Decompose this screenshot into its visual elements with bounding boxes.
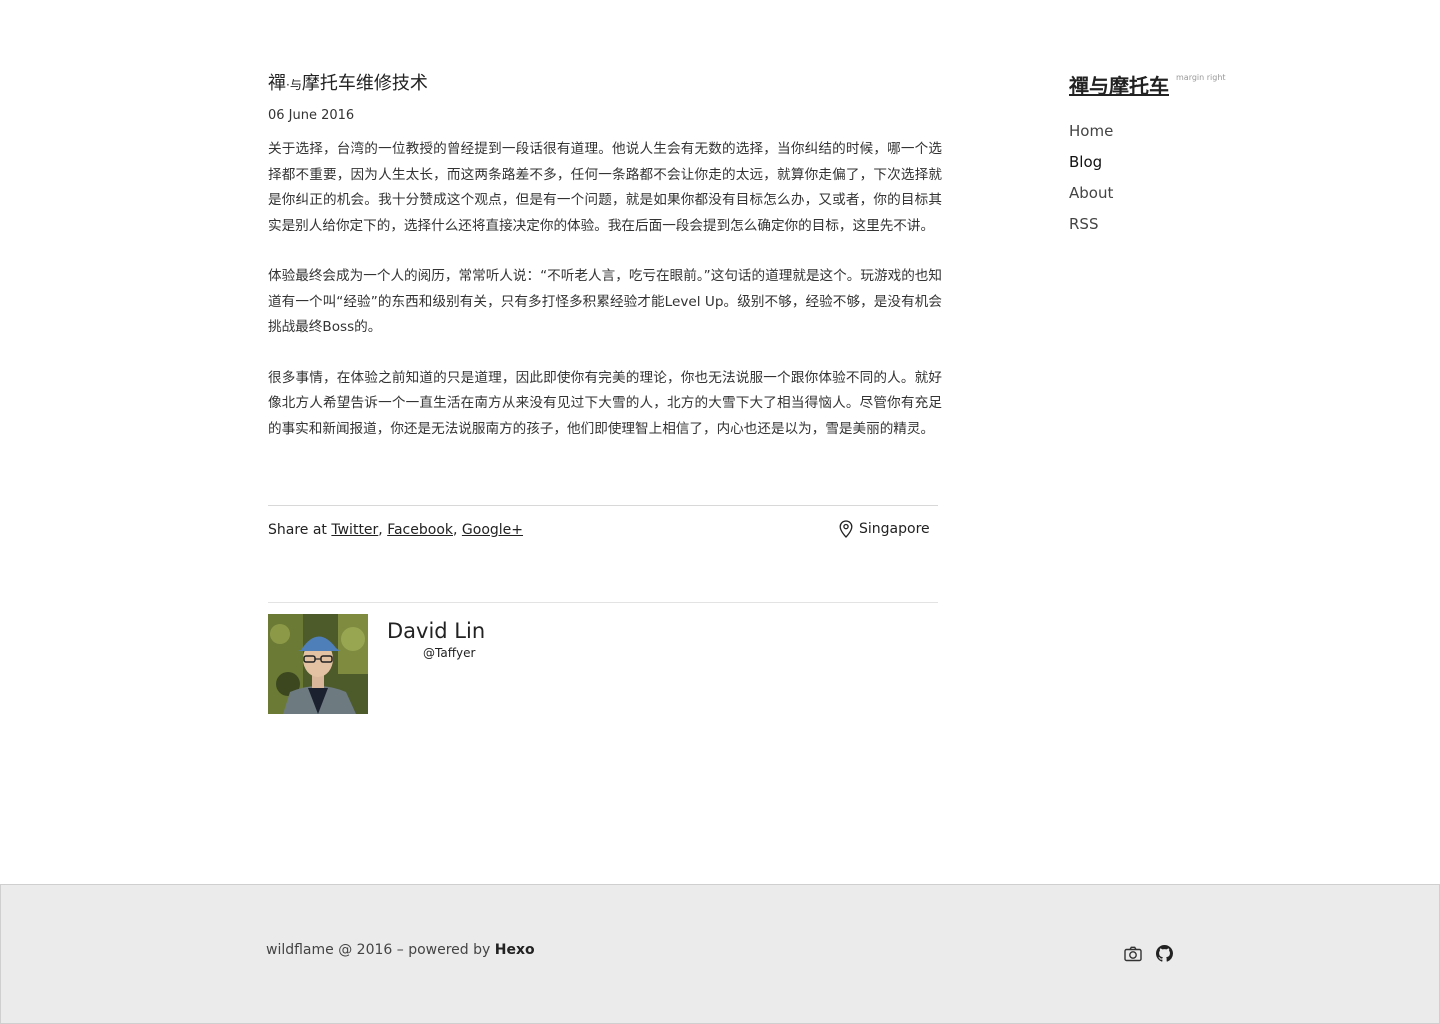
author-name: David Lin — [387, 619, 486, 643]
share-google-link[interactable]: Google+ — [462, 522, 523, 538]
site-title-link[interactable]: 禪与摩托车 — [1069, 72, 1169, 100]
author-divider — [268, 602, 938, 603]
share-prefix: Share at — [268, 522, 327, 538]
nav-item-blog[interactable]: Blog — [1069, 151, 1113, 173]
post-title-small: 与 — [289, 78, 302, 92]
author-avatar — [268, 614, 368, 714]
post-date: 06 June 2016 — [268, 108, 355, 123]
margin-note: margin right — [1176, 73, 1226, 82]
footer-copyright: wildflame @ 2016 – powered by — [266, 942, 491, 958]
post-title: 禪·与摩托车维修技术 — [268, 72, 428, 97]
share-bar: Share at Twitter, Facebook, Google+ — [268, 520, 523, 540]
post-paragraph: 体验最终会成为一个人的阅历，常常听人说：“不听老人言，吃亏在眼前。”这句话的道理… — [268, 268, 942, 335]
post-paragraph: 关于选择，台湾的一位教授的曾经提到一段话很有道理。他说人生会有无数的选择，当你纠… — [268, 141, 942, 234]
footer-social-icons — [1124, 945, 1173, 966]
share-divider — [268, 505, 938, 506]
nav-item-home[interactable]: Home — [1069, 120, 1113, 142]
location-label: Singapore — [859, 521, 930, 537]
share-facebook-link[interactable]: Facebook — [387, 522, 453, 538]
post-location: Singapore — [839, 519, 930, 539]
camera-icon[interactable] — [1124, 946, 1142, 966]
sidebar-nav: Home Blog About RSS — [1069, 120, 1113, 244]
share-separator: , — [453, 522, 458, 538]
author-handle: @Taffyer — [423, 646, 476, 660]
post-title-rest: 摩托车维修技术 — [301, 73, 428, 94]
footer-text: wildflame @ 2016 – powered by Hexo — [266, 940, 535, 960]
map-pin-icon — [839, 520, 853, 538]
share-separator: , — [378, 522, 383, 538]
post-title-main: 禪 — [268, 73, 286, 94]
nav-item-rss[interactable]: RSS — [1069, 213, 1113, 235]
nav-item-about[interactable]: About — [1069, 182, 1113, 204]
footer-hexo-link[interactable]: Hexo — [495, 942, 535, 958]
page-footer: wildflame @ 2016 – powered by Hexo — [0, 884, 1440, 1024]
github-icon[interactable] — [1156, 945, 1173, 966]
share-twitter-link[interactable]: Twitter — [331, 522, 378, 538]
post-body: 关于选择，台湾的一位教授的曾经提到一段话很有道理。他说人生会有无数的选择，当你纠… — [268, 137, 942, 467]
post-paragraph: 很多事情，在体验之前知道的只是道理，因此即使你有完美的理论，你也无法说服一个跟你… — [268, 369, 942, 437]
